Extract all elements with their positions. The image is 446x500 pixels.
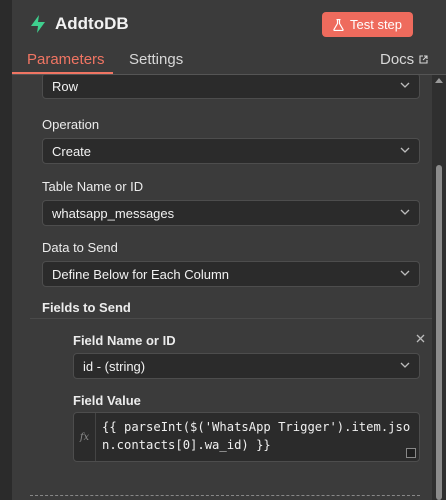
- row-select[interactable]: Row: [42, 75, 420, 99]
- chevron-down-icon: [400, 362, 410, 368]
- flask-icon: [333, 18, 344, 31]
- scrollbar[interactable]: [432, 75, 446, 500]
- tab-bar: Parameters Settings Docs: [12, 48, 446, 75]
- test-step-label: Test step: [349, 17, 403, 32]
- active-tab-indicator: [12, 72, 113, 74]
- parameters-content: Row Operation Create Table Name or ID wh…: [12, 75, 432, 500]
- supabase-icon: [31, 15, 45, 33]
- tab-docs[interactable]: Docs: [380, 51, 428, 68]
- test-step-button[interactable]: Test step: [322, 12, 413, 37]
- data-to-send-label: Data to Send: [42, 240, 118, 255]
- chevron-down-icon: [400, 270, 410, 276]
- fields-to-send-label: Fields to Send: [42, 300, 131, 315]
- expand-editor-icon[interactable]: [406, 448, 416, 458]
- node-title[interactable]: AddtoDB: [55, 14, 129, 34]
- fx-icon: fx: [74, 413, 96, 461]
- chevron-down-icon: [400, 147, 410, 153]
- field-name-label: Field Name or ID: [73, 333, 176, 348]
- remove-field-icon[interactable]: [416, 334, 425, 343]
- field-value-label: Field Value: [73, 393, 141, 408]
- panel-header: AddtoDB Test step: [12, 0, 446, 48]
- docs-label: Docs: [380, 51, 415, 68]
- tab-settings[interactable]: Settings: [129, 51, 183, 68]
- row-select-value: Row: [52, 79, 79, 94]
- table-select-value: whatsapp_messages: [52, 206, 175, 221]
- operation-label: Operation: [42, 117, 100, 132]
- table-select[interactable]: whatsapp_messages: [42, 200, 420, 226]
- scrollbar-thumb[interactable]: [436, 165, 442, 500]
- external-link-icon: [419, 55, 428, 64]
- scroll-up-arrow-icon[interactable]: [435, 77, 443, 83]
- field-name-value: id - (string): [83, 359, 146, 374]
- chevron-down-icon: [400, 82, 410, 88]
- field-name-select[interactable]: id - (string): [73, 353, 420, 379]
- data-to-send-select[interactable]: Define Below for Each Column: [42, 261, 420, 287]
- operation-select[interactable]: Create: [42, 138, 420, 164]
- drop-zone-divider: [30, 495, 420, 496]
- expression-text[interactable]: {{ parseInt($('WhatsApp Trigger').item.j…: [102, 418, 420, 454]
- chevron-down-icon: [400, 209, 410, 215]
- field-value-expression-input[interactable]: fx {{ parseInt($('WhatsApp Trigger').ite…: [73, 412, 420, 462]
- node-editor-panel: AddtoDB Test step Parameters Settings Do…: [0, 0, 446, 500]
- data-to-send-value: Define Below for Each Column: [52, 267, 230, 282]
- tab-parameters[interactable]: Parameters: [27, 51, 105, 68]
- table-name-label: Table Name or ID: [42, 179, 144, 194]
- operation-select-value: Create: [52, 144, 92, 159]
